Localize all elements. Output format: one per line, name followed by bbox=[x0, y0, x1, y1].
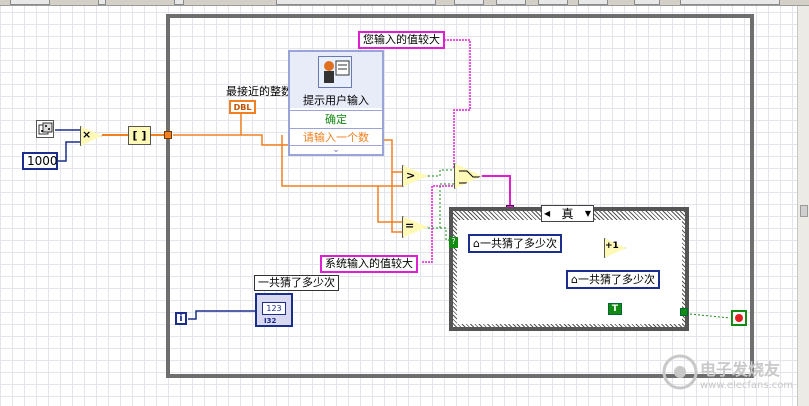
guess-count-local-write[interactable]: ⌂一共猜了多少次 bbox=[566, 270, 660, 289]
equal-glyph: = bbox=[405, 219, 415, 232]
watermark: 电子发烧友 www.elecfans.com bbox=[660, 352, 809, 406]
case-selector[interactable]: ◀ 真 ▼ bbox=[541, 205, 594, 222]
case-selector-value: 真 bbox=[561, 207, 574, 221]
true-constant[interactable]: T bbox=[608, 303, 622, 315]
dialog-prompt-terminal[interactable]: 请输入一个数 bbox=[290, 128, 382, 146]
increment-glyph: +1 bbox=[605, 241, 619, 251]
iteration-terminal[interactable]: i bbox=[175, 312, 187, 325]
constant-1000[interactable]: 1000 bbox=[22, 152, 58, 170]
case-question-icon: ? bbox=[449, 237, 458, 248]
case-dropdown-arrow-icon[interactable]: ▼ bbox=[585, 209, 591, 218]
guess-count-local-read[interactable]: ⌂一共猜了多少次 bbox=[468, 234, 562, 253]
indicator-type: I32 bbox=[264, 317, 277, 325]
user-bigger-label[interactable]: 您输入的值较大 bbox=[358, 31, 445, 49]
stop-icon bbox=[735, 314, 743, 322]
round-to-nearest-node[interactable]: [ ] bbox=[128, 126, 151, 145]
dbl-indicator[interactable]: DBL bbox=[229, 100, 256, 114]
dialog-expand-chevron-icon[interactable]: ⌄ bbox=[290, 145, 382, 155]
case-left-arrow-icon[interactable]: ◀ bbox=[544, 209, 550, 218]
indicator-value: 123 bbox=[262, 302, 286, 315]
random-number-dice-icon[interactable] bbox=[36, 120, 54, 138]
local-variable-icon: ⌂ bbox=[473, 237, 480, 250]
dialog-ok-terminal[interactable]: 确定 bbox=[290, 110, 382, 128]
greater-glyph: > bbox=[406, 169, 416, 182]
multiply-glyph: × bbox=[82, 128, 92, 141]
guess-count-local-label: 一共猜了多少次 bbox=[479, 237, 557, 250]
watermark-logo-icon bbox=[662, 354, 698, 390]
loop-tunnel-orange[interactable] bbox=[164, 131, 172, 139]
guess-count-indicator-label: 一共猜了多少次 bbox=[254, 275, 339, 291]
watermark-text: 电子发烧友 bbox=[700, 360, 781, 379]
guess-count-local-label: 一共猜了多少次 bbox=[577, 273, 655, 286]
local-variable-icon: ⌂ bbox=[571, 273, 578, 286]
user-prompt-icon bbox=[318, 56, 352, 88]
dialog-title: 提示用户输入 bbox=[303, 94, 369, 107]
case-output-tunnel[interactable] bbox=[680, 308, 688, 316]
system-bigger-label[interactable]: 系统输入的值较大 bbox=[320, 255, 418, 273]
watermark-url: www.elecfans.com bbox=[700, 380, 794, 391]
